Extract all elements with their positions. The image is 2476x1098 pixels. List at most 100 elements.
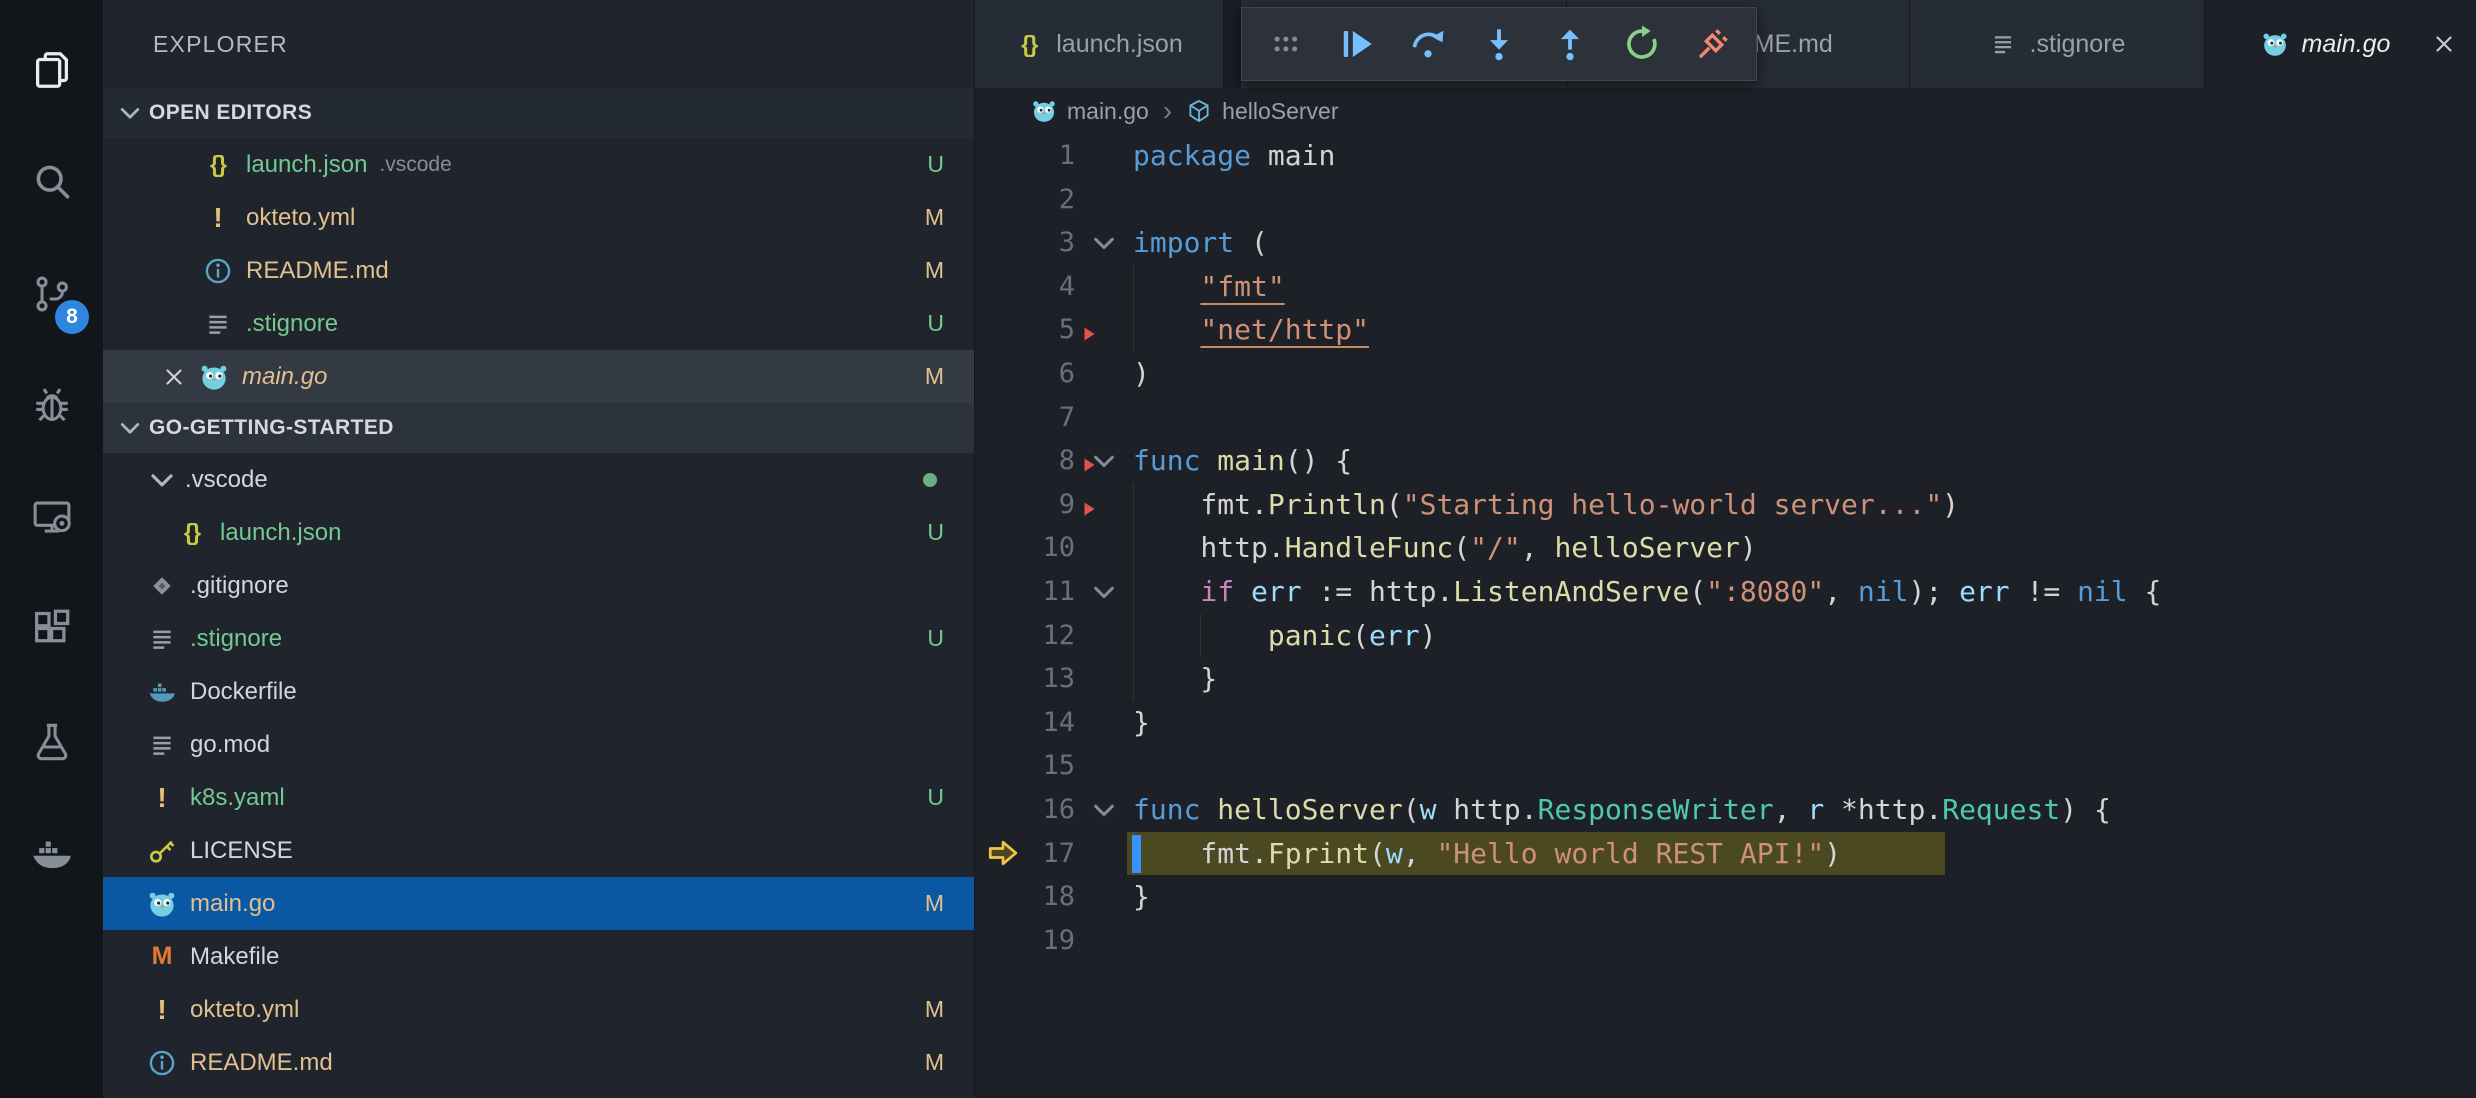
sidebar-sections: OPEN EDITORS{}launch.json.vscodeU!okteto… <box>103 88 974 1089</box>
code-token: ) <box>1420 619 1437 652</box>
file-label: .stignore <box>246 310 338 338</box>
file-label: Dockerfile <box>190 678 297 706</box>
code-line-6[interactable]: 6) <box>975 352 2476 396</box>
open-editor-okteto.yml[interactable]: !okteto.ymlM <box>103 191 974 244</box>
gutter-decorations <box>1075 265 1133 309</box>
tab-.stignore[interactable]: .stignore <box>1910 0 2205 88</box>
code-line-9[interactable]: 9fmt.Println("Starting hello-world serve… <box>975 483 2476 527</box>
open-editor-main.go[interactable]: main.goM <box>103 350 974 403</box>
step-into-icon <box>1478 23 1520 65</box>
fold-chevron-icon[interactable] <box>1090 229 1118 257</box>
go-icon <box>199 362 229 392</box>
code-line-content: import ( <box>1133 221 2476 265</box>
activity-item-docker[interactable] <box>0 798 103 910</box>
code-line-8[interactable]: 8func main() { <box>975 439 2476 483</box>
activity-item-run-and-debug[interactable] <box>0 350 103 462</box>
activity-item-testing[interactable] <box>0 686 103 798</box>
gutter-debug-arrow <box>975 178 1031 222</box>
code-area[interactable]: 1package main23import (4"fmt"5"net/http"… <box>975 134 2476 1098</box>
gutter-debug-arrow <box>975 744 1031 788</box>
braces-icon: {} <box>1015 30 1043 58</box>
tree-item-okteto.yml[interactable]: !okteto.ymlM <box>103 983 974 1036</box>
vscode-window: 8 EXPLORER OPEN EDITORS{}launch.json.vsc… <box>0 0 2476 1098</box>
code-line-17[interactable]: 17fmt.Fprint(w, "Hello world REST API!") <box>975 832 2476 876</box>
tree-item-Dockerfile[interactable]: Dockerfile <box>103 665 974 718</box>
gutter-decorations <box>1075 744 1133 788</box>
code-line-2[interactable]: 2 <box>975 178 2476 222</box>
debug-restart-button[interactable] <box>1609 13 1675 75</box>
tree-item-.gitignore[interactable]: .gitignore <box>103 559 974 612</box>
lines-icon <box>147 624 177 654</box>
code-line-7[interactable]: 7 <box>975 396 2476 440</box>
activity-item-explorer[interactable] <box>0 14 103 126</box>
debug-step-into-button[interactable] <box>1466 13 1532 75</box>
tab-main.go[interactable]: main.go <box>2205 0 2476 88</box>
tree-item-README.md[interactable]: README.mdM <box>103 1036 974 1089</box>
tab-launch.json[interactable]: {}launch.json <box>975 0 1224 88</box>
code-token: "fmt" <box>1200 270 1284 303</box>
close-icon[interactable] <box>2428 28 2460 60</box>
debug-disconnect-button[interactable] <box>1680 13 1746 75</box>
breadcrumb-item-main.go[interactable]: main.go <box>1031 98 1149 125</box>
code-line-10[interactable]: 10http.HandleFunc("/", helloServer) <box>975 526 2476 570</box>
tree-item-.stignore[interactable]: .stignoreU <box>103 612 974 665</box>
code-line-1[interactable]: 1package main <box>975 134 2476 178</box>
changes-dot <box>923 473 937 487</box>
gutter-decorations <box>1075 396 1133 440</box>
docker-icon <box>29 831 75 877</box>
code-line-5[interactable]: 5"net/http" <box>975 308 2476 352</box>
gutter-debug-arrow <box>975 396 1031 440</box>
file-label: launch.json <box>246 151 367 179</box>
lines-icon <box>1989 30 2017 58</box>
code-line-15[interactable]: 15 <box>975 744 2476 788</box>
tree-folder-.vscode[interactable]: .vscode <box>103 453 974 506</box>
code-line-11[interactable]: 11if err := http.ListenAndServe(":8080",… <box>975 570 2476 614</box>
activity-item-source-control[interactable]: 8 <box>0 238 103 350</box>
close-icon[interactable] <box>157 360 191 394</box>
tree-item-launch.json[interactable]: {}launch.jsonU <box>103 506 974 559</box>
debug-continue-button[interactable] <box>1323 13 1389 75</box>
line-number: 15 <box>1031 744 1075 788</box>
debug-drag-handle-button[interactable] <box>1252 13 1318 75</box>
debug-step-over-button[interactable] <box>1395 13 1461 75</box>
activity-item-extensions[interactable] <box>0 574 103 686</box>
open-editor-launch.json[interactable]: {}launch.json.vscodeU <box>103 138 974 191</box>
code-token: fmt. <box>1200 837 1267 870</box>
code-token: != <box>2010 575 2077 608</box>
tree-item-k8s.yaml[interactable]: !k8s.yamlU <box>103 771 974 824</box>
code-line-12[interactable]: 12panic(err) <box>975 614 2476 658</box>
tree-item-LICENSE[interactable]: LICENSE <box>103 824 974 877</box>
code-line-4[interactable]: 4"fmt" <box>975 265 2476 309</box>
code-line-19[interactable]: 19 <box>975 919 2476 963</box>
scm-badge: 8 <box>55 300 89 334</box>
section-folder-root[interactable]: GO-GETTING-STARTED <box>103 403 974 453</box>
tree-item-main.go[interactable]: main.goM <box>103 877 974 930</box>
gutter-decorations <box>1075 570 1133 614</box>
warning-icon: ! <box>147 783 177 813</box>
debug-step-out-button[interactable] <box>1537 13 1603 75</box>
gutter-debug-arrow <box>975 919 1031 963</box>
open-editor-README.md[interactable]: README.mdM <box>103 244 974 297</box>
open-editor-.stignore[interactable]: .stignoreU <box>103 297 974 350</box>
fold-chevron-icon[interactable] <box>1090 578 1118 606</box>
breakpoint-marker-icon <box>1079 313 1099 333</box>
fold-chevron-icon[interactable] <box>1090 796 1118 824</box>
makefile-icon: M <box>147 942 177 972</box>
code-token: ) <box>1942 488 1959 521</box>
code-token: ) <box>1740 531 1757 564</box>
go-icon <box>2261 30 2289 58</box>
gutter-decorations <box>1075 439 1133 483</box>
code-line-18[interactable]: 18} <box>975 875 2476 919</box>
tree-item-go.mod[interactable]: go.mod <box>103 718 974 771</box>
activity-item-remote-explorer[interactable] <box>0 462 103 574</box>
tree-item-Makefile[interactable]: MMakefile <box>103 930 974 983</box>
section-label: GO-GETTING-STARTED <box>149 416 394 440</box>
code-line-13[interactable]: 13} <box>975 657 2476 701</box>
section-open-editors[interactable]: OPEN EDITORS <box>103 88 974 138</box>
code-line-3[interactable]: 3import ( <box>975 221 2476 265</box>
code-line-14[interactable]: 14} <box>975 701 2476 745</box>
code-token: := http. <box>1302 575 1454 608</box>
breadcrumb-item-helloServer[interactable]: helloServer <box>1186 98 1338 125</box>
activity-item-search[interactable] <box>0 126 103 238</box>
code-line-16[interactable]: 16func helloServer(w http.ResponseWriter… <box>975 788 2476 832</box>
